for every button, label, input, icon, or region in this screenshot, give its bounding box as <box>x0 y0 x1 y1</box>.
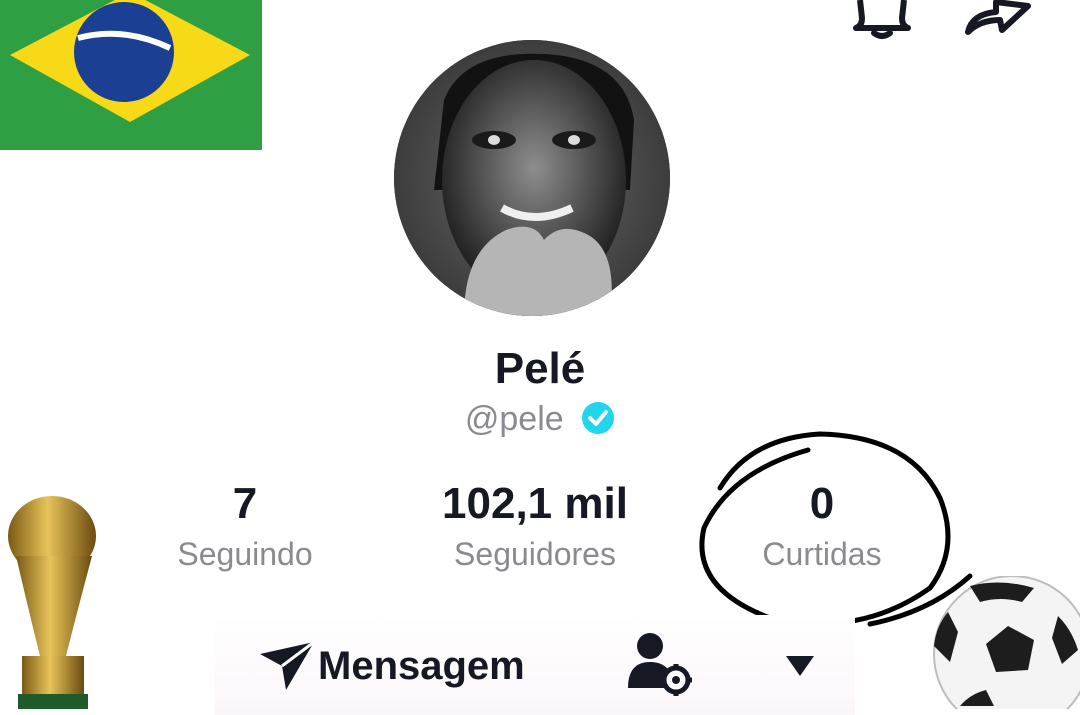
more-dropdown-button[interactable] <box>782 652 818 680</box>
add-friend-icon <box>628 633 692 696</box>
message-label: Mensagem <box>318 643 525 688</box>
dropdown-triangle-icon <box>786 656 814 676</box>
following-stat[interactable]: 7 Seguindo <box>95 478 395 574</box>
display-name: Pelé <box>494 344 586 393</box>
avatar[interactable] <box>394 40 670 316</box>
bell-icon <box>853 0 911 39</box>
following-count: 7 <box>232 479 258 528</box>
world-cup-trophy-sticker <box>8 496 96 709</box>
username-row: @pele <box>340 400 740 439</box>
following-label: Seguindo <box>177 536 313 572</box>
followers-count: 102,1 mil <box>442 479 628 528</box>
soccer-ball-sticker <box>933 576 1080 709</box>
verified-badge-icon <box>582 402 615 434</box>
profile-photo <box>394 40 670 316</box>
username: @pele <box>464 400 564 438</box>
message-button[interactable]: Mensagem <box>258 636 525 696</box>
send-icon <box>260 640 315 690</box>
likes-count: 0 <box>809 479 835 528</box>
add-friend-button[interactable] <box>626 630 698 696</box>
likes-label: Curtidas <box>762 536 882 572</box>
likes-stat[interactable]: 0 Curtidas <box>672 478 972 574</box>
brazil-flag-sticker <box>0 0 262 150</box>
share-button[interactable] <box>958 0 1038 40</box>
share-icon <box>965 0 1031 35</box>
followers-stat[interactable]: 102,1 mil Seguidores <box>385 478 685 574</box>
notifications-button[interactable] <box>848 0 916 40</box>
followers-label: Seguidores <box>454 536 616 572</box>
